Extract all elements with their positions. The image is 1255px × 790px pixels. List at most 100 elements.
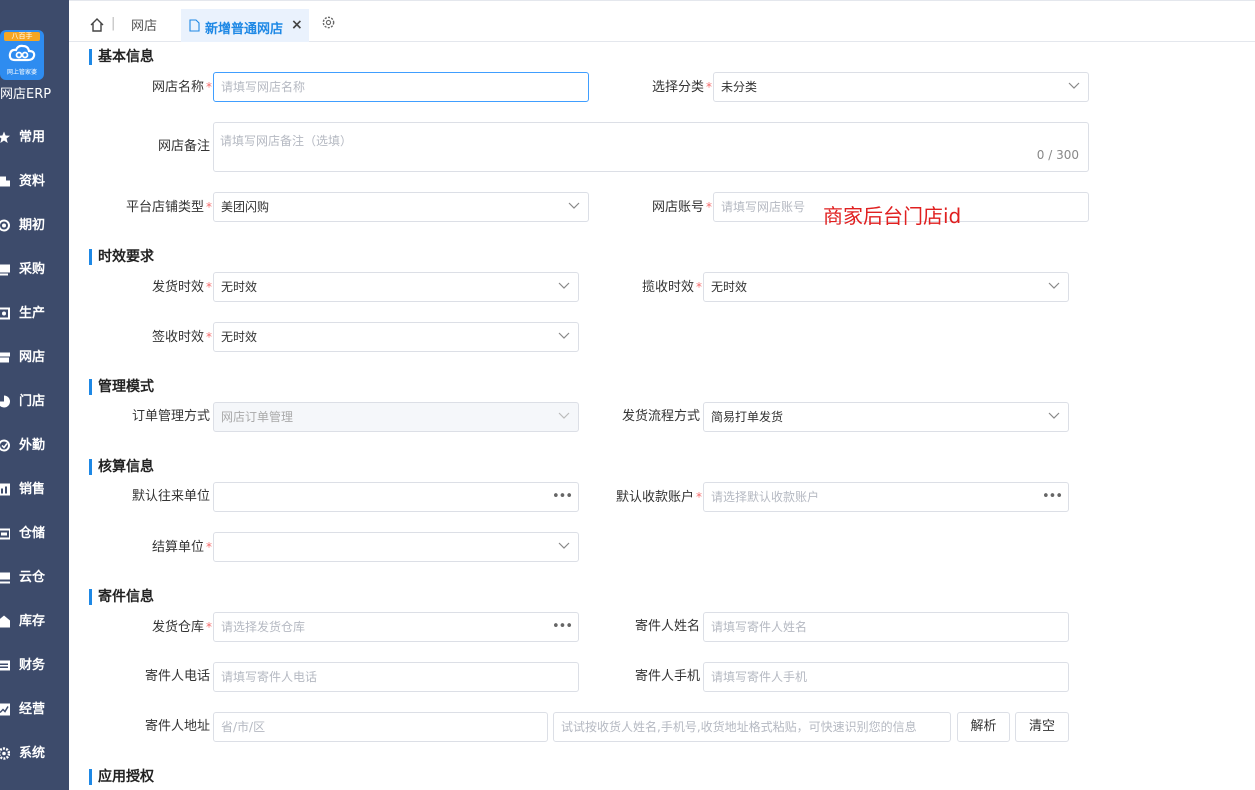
business-icon: [0, 703, 10, 716]
annotation-text: 商家后台门店id: [823, 204, 962, 228]
order-mgmt-label: 订单管理方式: [131, 409, 210, 424]
default-account-picker[interactable]: 请选择默认收款账户 •••: [703, 482, 1069, 512]
section-app-auth: 应用授权: [89, 769, 154, 785]
ship-flow-label: 发货流程方式: [621, 409, 700, 424]
clear-button[interactable]: 清空: [1015, 712, 1069, 742]
sidebar-item-云仓[interactable]: 云仓: [0, 563, 69, 593]
app-logo[interactable]: 八百手 网上管家婆: [0, 30, 44, 80]
parse-button[interactable]: 解析: [957, 712, 1010, 742]
close-icon[interactable]: ×: [291, 17, 303, 33]
sign-time-label: 签收时效 *: [151, 330, 212, 345]
shop-account-label: 网店账号 *: [651, 200, 712, 215]
category-label: 选择分类 *: [651, 80, 712, 95]
ship-flow-select[interactable]: 简易打单发货: [703, 402, 1069, 432]
more-icon[interactable]: •••: [552, 613, 573, 641]
default-account-placeholder: 请选择默认收款账户: [711, 490, 820, 504]
tab-separator: |: [111, 16, 116, 31]
sender-mobile-input[interactable]: 请填写寄件人手机: [703, 662, 1069, 692]
sidebar-item-网店[interactable]: 网店: [0, 343, 69, 373]
sender-mobile-label: 寄件人手机: [634, 669, 700, 684]
shop-name-input[interactable]: 请填写网店名称: [213, 72, 589, 102]
sidebar-item-label: 库存: [19, 614, 46, 629]
category-value: 未分类: [721, 80, 758, 94]
settle-unit-select[interactable]: [213, 532, 579, 562]
chevron-down-icon: [558, 542, 570, 549]
sidebar-item-label: 外勤: [19, 438, 46, 453]
sidebar-item-label: 期初: [19, 218, 46, 233]
gear-icon[interactable]: [321, 15, 336, 30]
more-icon[interactable]: •••: [552, 483, 573, 511]
order-mgmt-value: 网店订单管理: [221, 410, 294, 424]
document-icon: [189, 19, 200, 32]
sidebar-item-库存[interactable]: 库存: [0, 607, 69, 637]
tab-new-shop[interactable]: 新增普通网店 ×: [181, 9, 309, 42]
shop-name-label: 网店名称 *: [151, 80, 212, 95]
sidebar-item-label: 财务: [19, 658, 46, 673]
pickup-time-value: 无时效: [711, 280, 748, 294]
platform-type-value: 美团闪购: [221, 200, 270, 214]
sign-time-select[interactable]: 无时效: [213, 322, 579, 352]
tab-shop[interactable]: 网店: [131, 15, 157, 34]
cloud-warehouse-icon: [0, 572, 10, 584]
sidebar-item-label: 生产: [19, 306, 46, 321]
section-management: 管理模式: [89, 379, 154, 395]
field-work-icon: [0, 439, 10, 452]
sidebar-item-label: 销售: [19, 482, 46, 497]
ship-time-value: 无时效: [221, 280, 258, 294]
remark-textarea[interactable]: 请填写网店备注（选填） 0 / 300: [213, 122, 1089, 172]
warehouse-picker[interactable]: 请选择发货仓库 •••: [213, 612, 579, 642]
sender-name-label: 寄件人姓名: [634, 619, 700, 634]
sender-phone-label: 寄件人电话: [144, 669, 210, 684]
more-icon[interactable]: •••: [1042, 483, 1063, 511]
chevron-down-icon: [558, 412, 570, 419]
warehouse-label: 发货仓库 *: [151, 620, 212, 635]
chevron-down-icon: [558, 332, 570, 339]
sidebar-item-采购[interactable]: 采购: [0, 255, 69, 285]
ship-time-select[interactable]: 无时效: [213, 272, 579, 302]
sender-phone-input[interactable]: 请填写寄件人电话: [213, 662, 579, 692]
sidebar-item-销售[interactable]: 销售: [0, 475, 69, 505]
sidebar-item-经营[interactable]: 经营: [0, 695, 69, 725]
sidebar-item-期初[interactable]: 期初: [0, 211, 69, 241]
logo-subtitle: 网上管家婆: [6, 69, 37, 76]
sign-time-value: 无时效: [221, 330, 258, 344]
tab-label: 新增普通网店: [205, 22, 284, 37]
sender-address-label: 寄件人地址: [144, 719, 210, 734]
home-icon[interactable]: [89, 17, 105, 33]
sidebar-item-生产[interactable]: 生产: [0, 299, 69, 329]
smart-paste-input[interactable]: 试试按收货人姓名,手机号,收货地址格式粘贴，可快速识别您的信息: [553, 712, 951, 742]
platform-type-select[interactable]: 美团闪购: [213, 192, 589, 222]
sidebar-item-label: 网店: [19, 350, 46, 365]
sidebar-item-门店[interactable]: 门店: [0, 387, 69, 417]
sidebar-item-常用[interactable]: 常用: [0, 123, 69, 153]
star-icon: [0, 131, 10, 143]
shop-icon: [0, 352, 10, 363]
settings-icon: [0, 747, 10, 760]
sales-icon: [0, 483, 10, 496]
section-basic-info: 基本信息: [89, 49, 154, 65]
sidebar-item-资料[interactable]: 资料: [0, 167, 69, 197]
sidebar-item-外勤[interactable]: 外勤: [0, 431, 69, 461]
sender-name-input[interactable]: 请填写寄件人姓名: [703, 612, 1069, 642]
chevron-down-icon: [1048, 412, 1060, 419]
cloud-icon: [8, 44, 36, 62]
remark-placeholder: 请填写网店备注（选填）: [220, 134, 353, 148]
sidebar-item-仓储[interactable]: 仓储: [0, 519, 69, 549]
sidebar-item-label: 经营: [19, 702, 46, 717]
pickup-time-select[interactable]: 无时效: [703, 272, 1069, 302]
purchase-icon: [0, 264, 10, 276]
inventory-icon: [0, 615, 10, 628]
default-account-label: 默认收款账户 *: [615, 490, 702, 505]
section-sender: 寄件信息: [89, 589, 154, 605]
sender-address-region-input[interactable]: 省/市/区: [213, 712, 548, 742]
default-partner-picker[interactable]: •••: [213, 482, 579, 512]
warehouse-placeholder: 请选择发货仓库: [221, 620, 306, 634]
pickup-time-label: 揽收时效 *: [641, 280, 702, 295]
order-mgmt-select: 网店订单管理: [213, 402, 579, 432]
data-icon: [0, 176, 10, 187]
section-accounting: 核算信息: [89, 459, 154, 475]
sidebar-item-财务[interactable]: 财务: [0, 651, 69, 681]
sidebar-item-系统[interactable]: 系统: [0, 739, 69, 769]
ship-flow-value: 简易打单发货: [711, 410, 784, 424]
category-select[interactable]: 未分类: [713, 72, 1089, 102]
